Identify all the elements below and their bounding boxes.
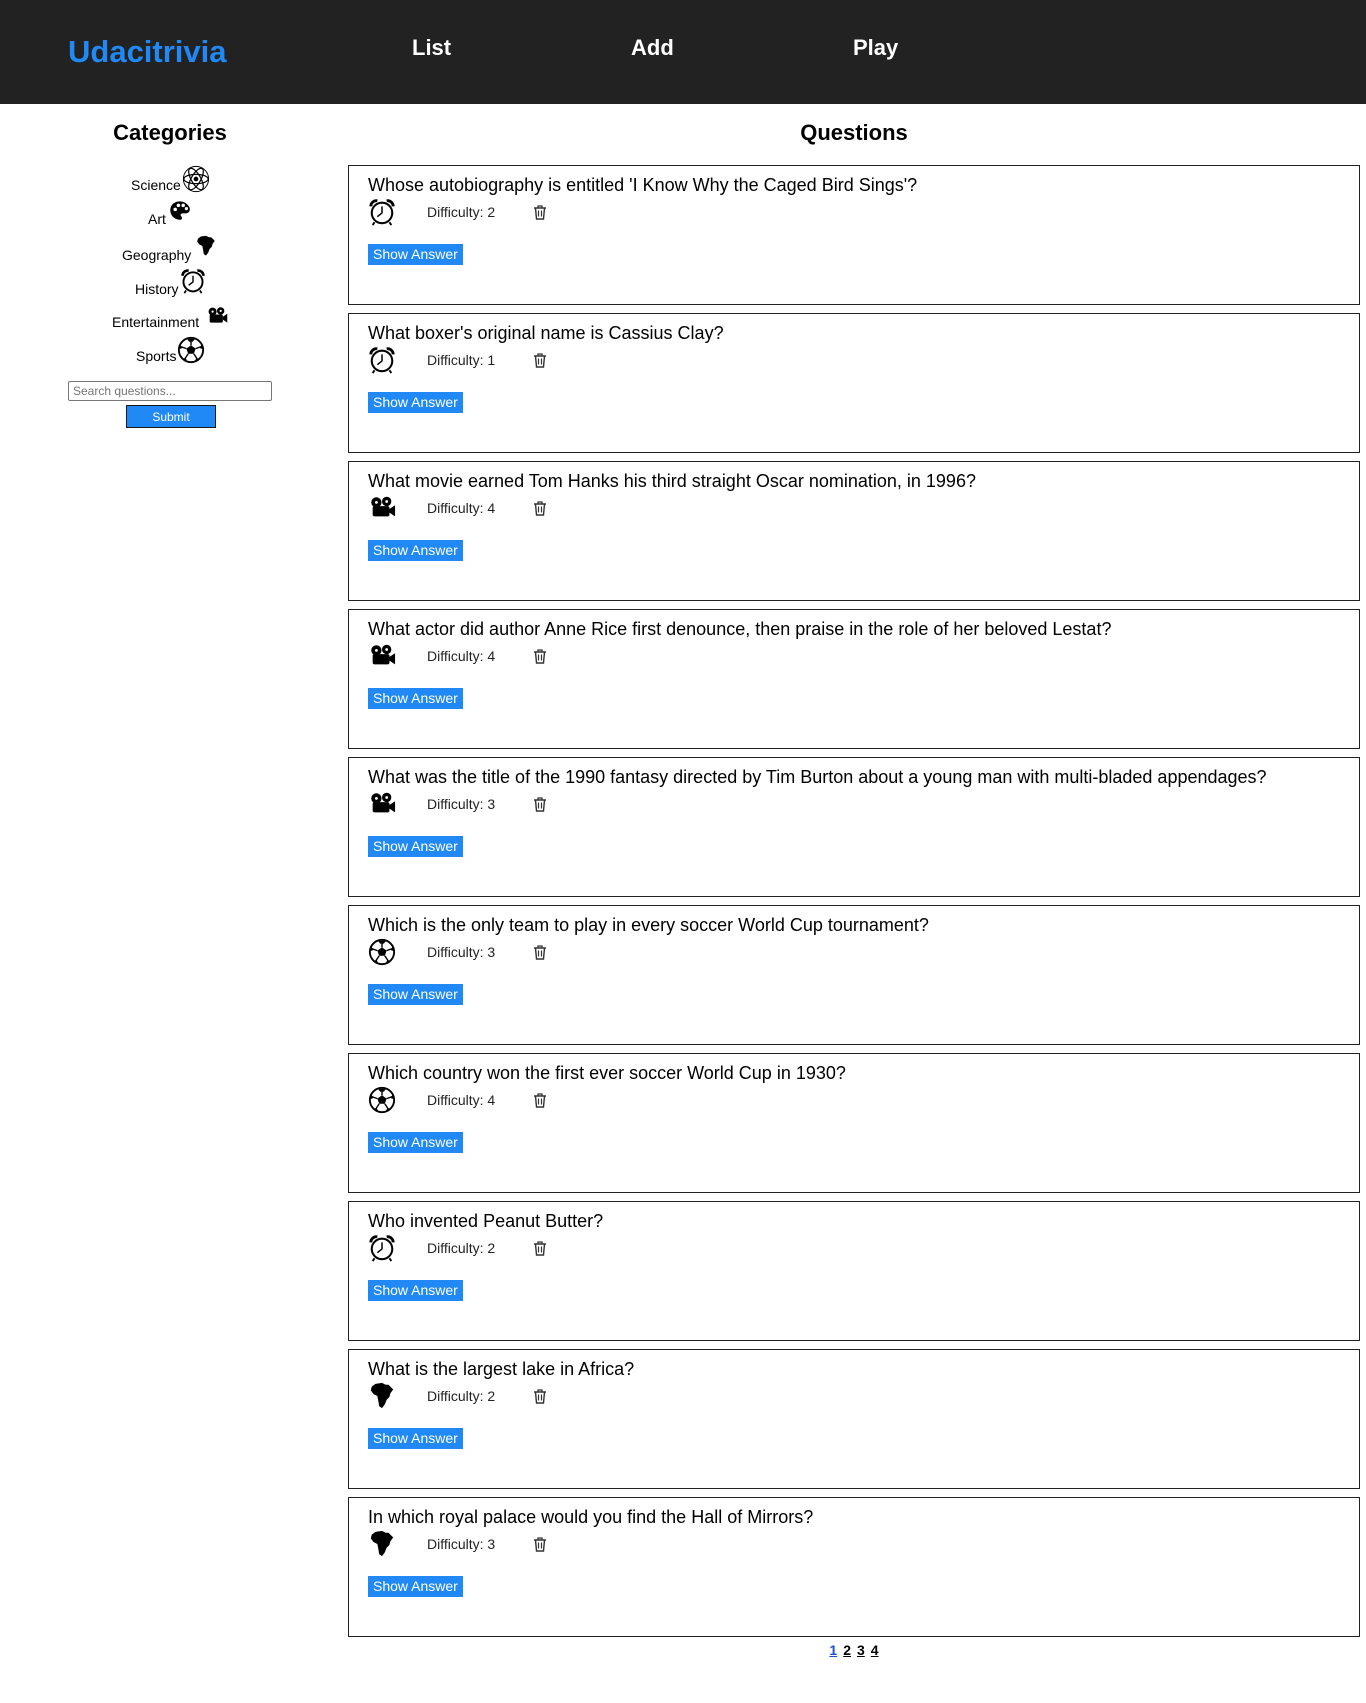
question-card: Whose autobiography is entitled 'I Know … — [348, 165, 1360, 305]
category-label: Sports — [136, 348, 177, 364]
history-icon — [368, 346, 396, 374]
nav-add-link[interactable]: Add — [631, 35, 674, 61]
show-answer-button[interactable]: Show Answer — [368, 984, 463, 1005]
question-text: What movie earned Tom Hanks his third st… — [368, 471, 976, 491]
delete-trash-icon[interactable] — [532, 944, 548, 960]
question-text: Who invented Peanut Butter? — [368, 1211, 604, 1231]
difficulty-label: Difficulty: 2 — [427, 1240, 496, 1256]
question-card: What actor did author Anne Rice first de… — [348, 609, 1360, 749]
category-item-geography[interactable]: Geography — [122, 235, 222, 265]
page-link-1[interactable]: 1 — [829, 1642, 837, 1658]
history-icon — [180, 268, 206, 294]
difficulty-label: Difficulty: 4 — [427, 648, 496, 664]
delete-trash-icon[interactable] — [532, 1536, 548, 1552]
category-item-science[interactable]: Science — [131, 165, 211, 195]
delete-trash-icon[interactable] — [532, 796, 548, 812]
question-card: What boxer's original name is Cassius Cl… — [348, 313, 1360, 453]
sports-icon — [368, 1086, 396, 1114]
question-card: What is the largest lake in Africa? Diffi… — [348, 1349, 1360, 1489]
question-text: What is the largest lake in Africa? — [368, 1359, 635, 1379]
difficulty-label: Difficulty: 1 — [427, 352, 496, 368]
difficulty-label: Difficulty: 2 — [427, 204, 496, 220]
show-answer-button[interactable]: Show Answer — [368, 1576, 463, 1597]
science-icon — [182, 165, 210, 193]
category-label: Geography — [122, 247, 192, 263]
entertainment-icon — [205, 305, 229, 327]
sports-icon — [177, 336, 205, 364]
category-label: Science — [131, 177, 181, 193]
show-answer-button[interactable]: Show Answer — [368, 1132, 463, 1153]
question-text: Which is the only team to play in every … — [368, 915, 929, 935]
question-card: Which country won the first ever soccer … — [348, 1053, 1360, 1193]
delete-trash-icon[interactable] — [532, 1388, 548, 1404]
question-text: What boxer's original name is Cassius Cl… — [368, 323, 724, 343]
show-answer-button[interactable]: Show Answer — [368, 1280, 463, 1301]
search-input[interactable] — [68, 381, 272, 401]
question-card: What was the title of the 1990 fantasy d… — [348, 757, 1360, 897]
history-icon — [368, 198, 396, 226]
question-card: In which royal palace would you find the… — [348, 1497, 1360, 1637]
question-card: Who invented Peanut Butter? Difficulty: 2… — [348, 1201, 1360, 1341]
page-link-4[interactable]: 4 — [871, 1642, 879, 1658]
show-answer-button[interactable]: Show Answer — [368, 1428, 463, 1449]
show-answer-button[interactable]: Show Answer — [368, 244, 463, 265]
question-card: Which is the only team to play in every … — [348, 905, 1360, 1045]
difficulty-label: Difficulty: 4 — [427, 1092, 496, 1108]
difficulty-label: Difficulty: 2 — [427, 1388, 496, 1404]
difficulty-label: Difficulty: 3 — [427, 944, 496, 960]
show-answer-button[interactable]: Show Answer — [368, 540, 463, 561]
delete-trash-icon[interactable] — [532, 1240, 548, 1256]
top-nav-bar: Udacitrivia List Add Play — [0, 0, 1366, 104]
question-text: Whose autobiography is entitled 'I Know … — [368, 175, 918, 195]
entertainment-icon — [368, 494, 396, 522]
geography-icon — [368, 1530, 396, 1558]
nav-list-link[interactable]: List — [412, 35, 451, 61]
entertainment-icon — [368, 642, 396, 670]
question-text: Which country won the first ever soccer … — [368, 1063, 846, 1083]
delete-trash-icon[interactable] — [532, 648, 548, 664]
difficulty-label: Difficulty: 3 — [427, 796, 496, 812]
geography-icon — [195, 234, 217, 258]
category-label: Entertainment — [112, 314, 200, 330]
page-link-3[interactable]: 3 — [857, 1642, 865, 1658]
delete-trash-icon[interactable] — [532, 204, 548, 220]
category-item-entertainment[interactable]: Entertainment — [112, 302, 232, 332]
delete-trash-icon[interactable] — [532, 500, 548, 516]
brand-logo[interactable]: Udacitrivia — [68, 34, 227, 70]
categories-title: Categories — [113, 120, 227, 145]
difficulty-label: Difficulty: 4 — [427, 500, 496, 516]
question-text: What was the title of the 1990 fantasy d… — [368, 767, 1267, 787]
pagination: 1234 — [348, 1642, 1360, 1658]
category-label: History — [135, 281, 179, 297]
delete-trash-icon[interactable] — [532, 352, 548, 368]
art-icon — [168, 199, 192, 223]
page-link-2[interactable]: 2 — [843, 1642, 851, 1658]
geography-icon — [368, 1382, 396, 1410]
difficulty-label: Difficulty: 3 — [427, 1536, 496, 1552]
category-label: Art — [148, 211, 166, 227]
question-text: What actor did author Anne Rice first de… — [368, 619, 1112, 639]
question-card: What movie earned Tom Hanks his third st… — [348, 461, 1360, 601]
nav-play-link[interactable]: Play — [853, 35, 898, 61]
show-answer-button[interactable]: Show Answer — [368, 392, 463, 413]
questions-title: Questions — [800, 120, 908, 145]
sports-icon — [368, 938, 396, 966]
question-text: In which royal palace would you find the… — [368, 1507, 814, 1527]
delete-trash-icon[interactable] — [532, 1092, 548, 1108]
entertainment-icon — [368, 790, 396, 818]
show-answer-button[interactable]: Show Answer — [368, 688, 463, 709]
category-item-history[interactable]: History — [135, 269, 215, 299]
show-answer-button[interactable]: Show Answer — [368, 836, 463, 857]
history-icon — [368, 1234, 396, 1262]
category-item-sports[interactable]: Sports — [136, 336, 216, 366]
category-item-art[interactable]: Art — [148, 199, 198, 229]
submit-button[interactable]: Submit — [126, 405, 216, 428]
